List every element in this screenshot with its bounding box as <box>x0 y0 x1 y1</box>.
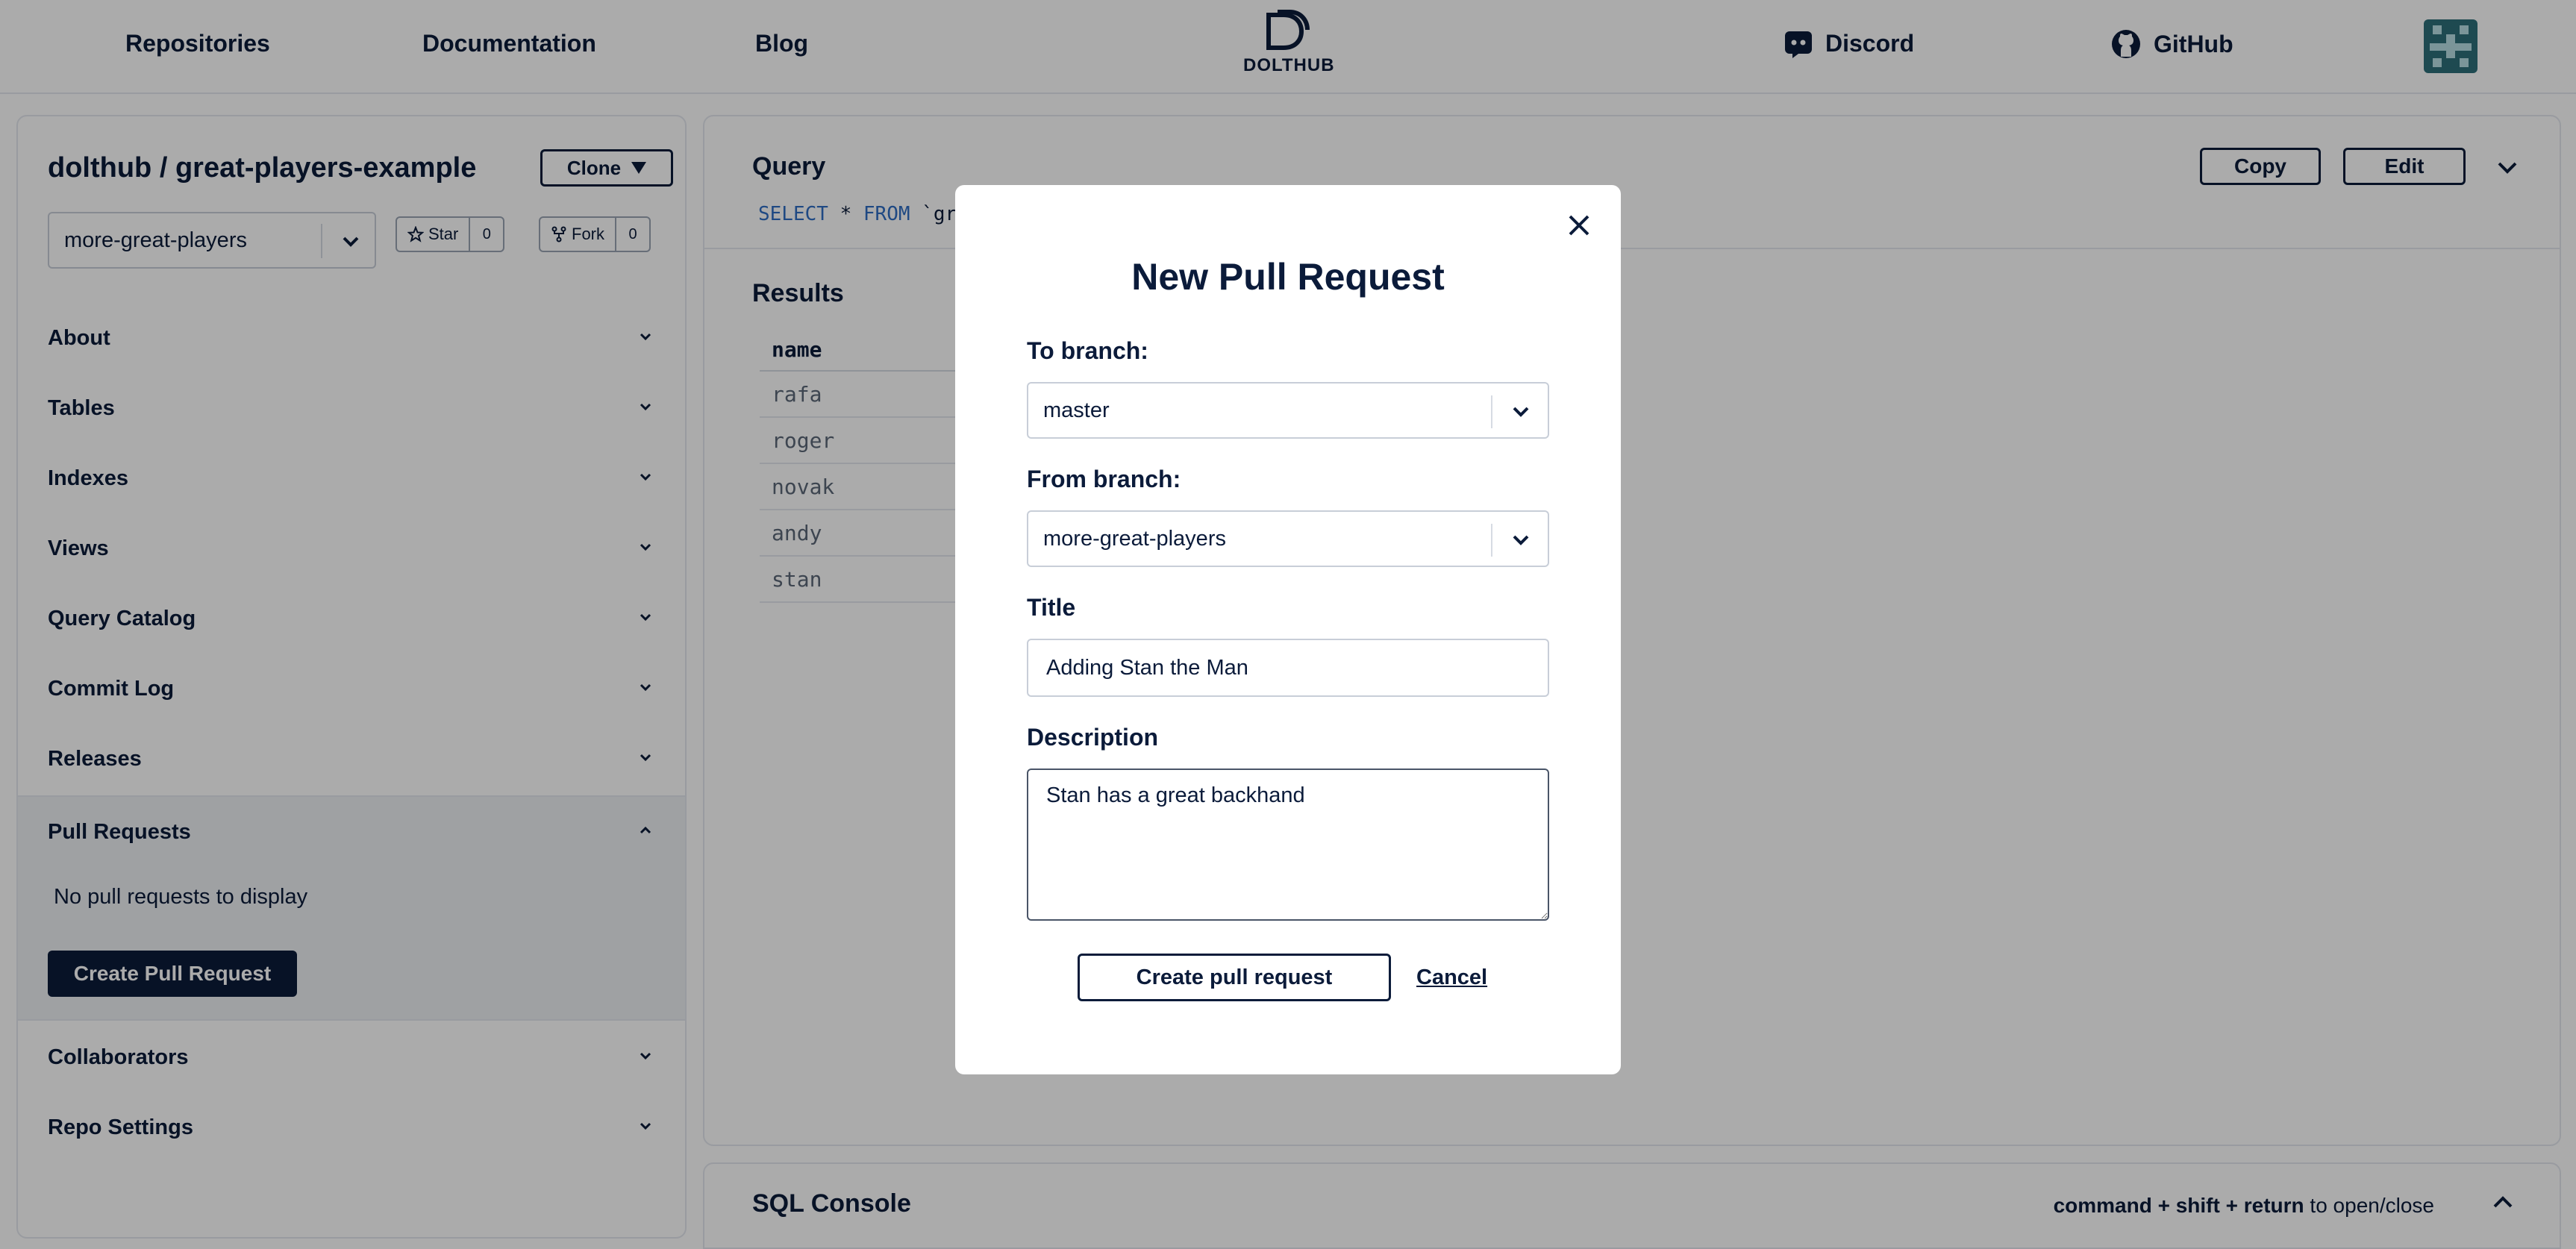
title-label: Title <box>1027 594 1076 621</box>
description-label: Description <box>1027 724 1159 751</box>
to-branch-value: master <box>1043 398 1110 422</box>
new-pull-request-modal: New Pull Request To branch: master From … <box>955 185 1621 1074</box>
cancel-link[interactable]: Cancel <box>1416 965 1487 990</box>
to-branch-select[interactable]: master <box>1027 382 1549 439</box>
modal-title: New Pull Request <box>1131 256 1445 298</box>
from-branch-value: more-great-players <box>1043 526 1226 551</box>
select-separator <box>1491 524 1492 557</box>
select-separator <box>1491 395 1492 428</box>
pr-title-input[interactable] <box>1027 639 1549 697</box>
pr-description-textarea[interactable]: Stan has a great backhand <box>1027 769 1549 921</box>
to-branch-label: To branch: <box>1027 337 1148 364</box>
chevron-down-icon <box>1513 407 1529 417</box>
from-branch-select[interactable]: more-great-players <box>1027 510 1549 567</box>
create-pull-request-submit-button[interactable]: Create pull request <box>1078 954 1391 1001</box>
chevron-down-icon <box>1513 535 1529 545</box>
close-icon[interactable] <box>1564 210 1594 240</box>
from-branch-label: From branch: <box>1027 466 1181 492</box>
